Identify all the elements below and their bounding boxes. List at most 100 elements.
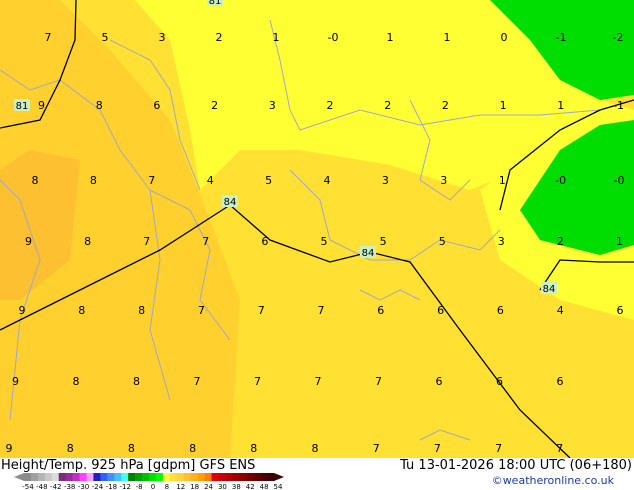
color-legend: -54 -48 -42 -38 -30 -24 -18 -12 -8 0 8 12 18 24 30 38 42…	[14, 473, 284, 490]
legend-swatch	[37, 473, 46, 481]
temperature-value: 7	[434, 442, 441, 455]
legend-swatch	[51, 473, 60, 481]
legend-tick: -8	[136, 483, 143, 490]
legend-swatch	[65, 473, 73, 481]
temperature-value: 8	[32, 174, 39, 187]
legend-tick: 38	[232, 483, 241, 490]
temperature-value: 6	[617, 304, 624, 317]
temperature-value: 5	[321, 235, 328, 248]
contour-label: 81	[16, 101, 29, 112]
legend-swatch	[225, 473, 233, 481]
temperature-value: 1	[616, 235, 623, 248]
temperature-value: 5	[380, 235, 387, 248]
temperature-value: 3	[498, 235, 505, 248]
legend-tick: -18	[106, 483, 117, 490]
temperature-value: 7	[254, 375, 261, 388]
contour-label: 84	[224, 197, 237, 208]
temperature-value: 6	[496, 375, 503, 388]
temperature-value: 3	[159, 31, 166, 44]
legend-swatch	[128, 473, 136, 481]
legend-swatch	[100, 473, 108, 481]
temperature-value: 7	[315, 375, 322, 388]
temperature-value: 8	[84, 235, 91, 248]
temperature-value: 7	[202, 235, 209, 248]
legend-swatch	[267, 473, 275, 481]
temperature-value: 7	[556, 442, 563, 455]
temperature-value: 8	[189, 442, 196, 455]
temperature-value: 8	[128, 442, 135, 455]
temperature-value: 6	[437, 304, 444, 317]
legend-tick: 0	[151, 483, 155, 490]
temperature-value: 7	[198, 304, 205, 317]
temperature-value: 7	[318, 304, 325, 317]
temperature-value: 7	[258, 304, 265, 317]
footer: Height/Temp. 925 hPa [gdpm] GFS ENS Tu 1…	[0, 458, 634, 490]
temperature-value: -1	[613, 99, 624, 112]
legend-arrow-right	[274, 473, 284, 481]
temperature-value: 8	[138, 304, 145, 317]
temperature-value: 1	[273, 31, 280, 44]
temperature-value: 8	[78, 304, 85, 317]
legend-swatch	[176, 473, 185, 481]
temperature-value: -0	[328, 31, 339, 44]
temperature-value: 3	[269, 99, 276, 112]
legend-tick: -12	[120, 483, 131, 490]
legend-arrow-left	[14, 473, 24, 481]
temperature-value: 7	[148, 174, 155, 187]
temperature-value: 1	[500, 99, 507, 112]
legend-swatch	[149, 473, 157, 481]
legend-tick: -30	[78, 483, 89, 490]
legend-tick: -42	[50, 483, 61, 490]
legend-swatch	[142, 473, 150, 481]
legend-swatch	[253, 473, 261, 481]
legend-swatch	[79, 473, 87, 481]
temperature-value: 8	[250, 442, 257, 455]
contour-label: 81	[209, 0, 222, 7]
weather-map: 7 5 3 2 1 -0 1 1 0 -1 -2 9 8 6 2 3 2 2 2 1 1 -1 8 8 7 4 5 4 3 3 1 -0 -0 9…	[0, 0, 634, 458]
legend-swatch	[218, 473, 226, 481]
legend-swatch	[58, 473, 66, 481]
temperature-value: 4	[557, 304, 564, 317]
temperature-value: 2	[442, 99, 449, 112]
legend-tick: -24	[92, 483, 104, 490]
legend-swatch	[107, 473, 115, 481]
temperature-value: 2	[216, 31, 223, 44]
legend-swatch	[211, 473, 219, 481]
legend-tick: -38	[64, 483, 75, 490]
temperature-value: 6	[261, 235, 268, 248]
temperature-value: 6	[153, 99, 160, 112]
contour-label: 84	[543, 284, 556, 295]
temperature-value: 2	[557, 235, 564, 248]
temperature-value: 8	[90, 174, 97, 187]
temperature-field	[0, 0, 634, 458]
temperature-value: -2	[613, 31, 624, 44]
temperature-value: 1	[387, 31, 394, 44]
temperature-value: 8	[312, 442, 319, 455]
legend-swatch	[114, 473, 122, 481]
legend-swatch	[86, 473, 94, 481]
credit-link[interactable]: ©weatheronline.co.uk	[492, 474, 614, 487]
legend-swatch	[44, 473, 53, 481]
legend-swatch	[169, 473, 178, 481]
legend-tick: -54	[22, 483, 34, 490]
legend-tick: 30	[218, 483, 227, 490]
legend-swatch	[162, 473, 171, 481]
temperature-value: 6	[497, 304, 504, 317]
temperature-value: 1	[557, 99, 564, 112]
legend-swatch	[135, 473, 143, 481]
temperature-value: 9	[19, 304, 26, 317]
legend-swatch	[183, 473, 191, 481]
temperature-value: 5	[102, 31, 109, 44]
temperature-value: 9	[12, 375, 19, 388]
temperature-value: 7	[375, 375, 382, 388]
contour-label: 84	[362, 248, 375, 259]
temperature-value: 7	[495, 442, 502, 455]
legend-tick: 12	[176, 483, 185, 490]
legend-swatch	[24, 473, 32, 481]
temperature-value: 2	[211, 99, 218, 112]
temperature-value: 1	[444, 31, 451, 44]
legend-swatch	[204, 473, 212, 481]
temperature-value: 0	[501, 31, 508, 44]
temperature-value: 8	[67, 442, 74, 455]
legend-tick: 48	[260, 483, 269, 490]
